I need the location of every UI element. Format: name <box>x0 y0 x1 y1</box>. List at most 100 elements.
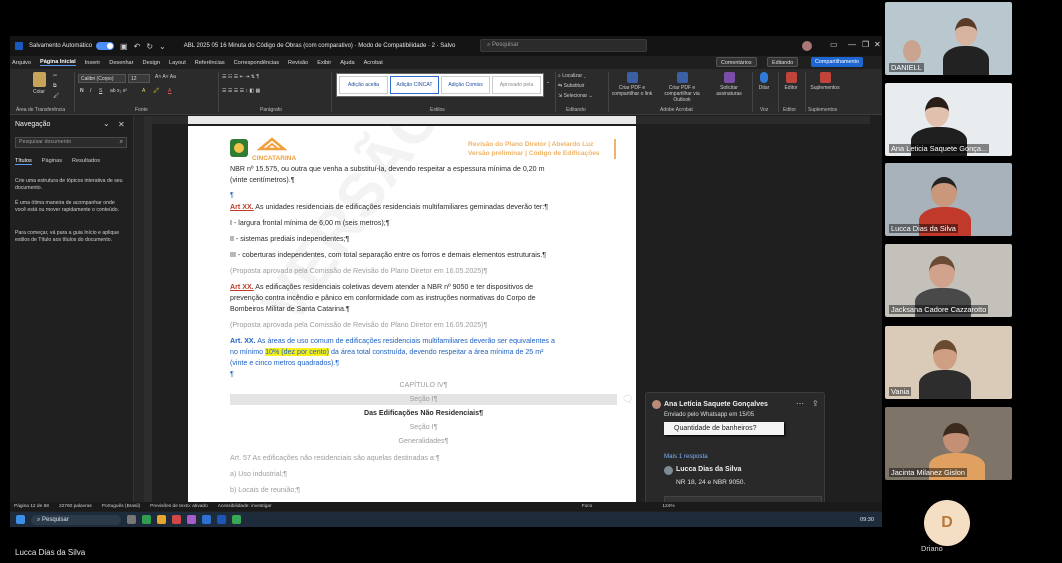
menu-acrobat[interactable]: Acrobat <box>364 60 383 66</box>
highlight-icon[interactable]: 🖍 <box>153 88 159 94</box>
tab-paginas[interactable]: Páginas <box>42 158 62 165</box>
tab-titulos[interactable]: Títulos <box>15 158 32 165</box>
resolve-icon[interactable]: ⇪ <box>812 399 819 408</box>
menu-referencias[interactable]: Referências <box>195 60 225 66</box>
navigation-search-input[interactable]: Pesquisar documento ⌕ <box>15 137 127 148</box>
start-icon[interactable] <box>16 515 25 524</box>
menu-layout[interactable]: Layout <box>169 60 186 66</box>
search-icon[interactable]: ⌕ <box>120 138 123 147</box>
bold-icon[interactable]: N <box>80 88 84 94</box>
underline-icon[interactable]: S <box>99 88 102 94</box>
align-icons[interactable]: ☰ ☰ ☰ ☰ ↕ ◧ ▦ <box>222 88 260 94</box>
word-icon[interactable] <box>217 515 226 524</box>
taskbar-search[interactable]: ⌕ Pesquisar <box>31 514 121 525</box>
share-button[interactable]: Compartilhamento <box>811 57 864 67</box>
undo-icon[interactable]: ↶ <box>134 42 141 51</box>
more-options-icon[interactable]: ⋯ <box>796 399 804 408</box>
comment-icon[interactable]: 🗨 <box>622 394 633 405</box>
save-icon[interactable]: ▣ <box>120 42 128 51</box>
menu-revisao[interactable]: Revisão <box>288 60 308 66</box>
font-size-select[interactable]: 12 <box>128 74 150 83</box>
paste-button[interactable]: Colar <box>28 72 50 95</box>
accessibility[interactable]: Acessibilidade: investigar <box>218 504 272 509</box>
dictate-button[interactable]: Ditar <box>754 72 774 91</box>
app-icon[interactable] <box>172 515 181 524</box>
editing-mode-button[interactable]: Editando <box>767 57 799 67</box>
autosave-toggle[interactable] <box>96 42 115 50</box>
task-view-icon[interactable] <box>127 515 136 524</box>
doc-text: da área total construída, devendo respei… <box>328 348 544 356</box>
styles-gallery[interactable]: Adição aceita Adição CINCAT Adição Comis… <box>336 73 544 97</box>
language[interactable]: Português (Brasil) <box>102 504 140 509</box>
participant-avatar[interactable]: D <box>924 500 970 546</box>
comments-button[interactable]: Comentários <box>716 57 757 67</box>
close-icon[interactable]: ✕ <box>874 40 881 49</box>
zoom-level[interactable]: 124% <box>662 504 674 509</box>
navigation-scrollbar[interactable] <box>134 116 144 508</box>
more-replies-link[interactable]: Mais 1 resposta <box>664 453 708 460</box>
text-predictions[interactable]: Previsões de texto: ativado <box>150 504 208 509</box>
search-box[interactable]: ⌕ Pesquisar <box>480 39 647 52</box>
participant-tile[interactable]: Vania <box>885 326 1012 399</box>
text-effects-icon[interactable]: A <box>142 88 145 94</box>
request-signatures-button[interactable]: Solicitar assinaturas <box>712 72 746 97</box>
editor-button[interactable]: Editor <box>780 72 802 91</box>
outlook-icon[interactable] <box>202 515 211 524</box>
document-scrollbar[interactable] <box>870 116 882 508</box>
comment-thread[interactable]: Ana Letícia Saquete Gonçalves ⋯ ⇪ Enviad… <box>645 392 825 507</box>
find-button[interactable]: ⌕ Localizar ⌄ <box>558 73 586 79</box>
participant-tile[interactable]: Ana Leticia Saquete Gonça... <box>885 83 1012 156</box>
close-icon[interactable]: ✕ <box>118 120 125 129</box>
app-icon[interactable] <box>142 515 151 524</box>
restore-icon[interactable]: ❐ <box>862 40 869 49</box>
pdf-share-button[interactable]: Criar PDF e compartilhar o link <box>610 72 654 97</box>
strikethrough-icon[interactable]: ab x₂ x² <box>110 88 127 94</box>
customize-icon[interactable]: ⌄ <box>159 42 166 51</box>
participant-tile[interactable]: DANIELL <box>885 2 1012 75</box>
font-name-select[interactable]: Calibri (Corpo) <box>78 74 126 83</box>
redo-icon[interactable]: ↻ <box>146 42 153 51</box>
minimize-icon[interactable]: — <box>848 40 856 49</box>
grow-font-icon[interactable]: A˄ A˅ Aa <box>155 74 176 80</box>
select-button[interactable]: ⇲ Selecionar ⌄ <box>558 93 593 99</box>
style-adicao-aceita[interactable]: Adição aceita <box>339 76 388 94</box>
replace-button[interactable]: ⇆ Substituir <box>558 83 584 89</box>
participant-tile[interactable]: Jacinta Milanez Gislon <box>885 407 1012 480</box>
bullets-icon[interactable]: ☰ ☷ ☰ ⇤ ⇥ ⇅ ¶ <box>222 74 259 80</box>
explorer-icon[interactable] <box>157 515 166 524</box>
format-painter-icon[interactable]: 🖌 <box>53 93 59 99</box>
menu-desenhar[interactable]: Desenhar <box>109 60 133 66</box>
account-avatar[interactable] <box>802 41 812 51</box>
participant-tile[interactable]: Lucca Dias da Silva <box>885 163 1012 236</box>
menu-arquivo[interactable]: Arquivo <box>12 60 31 66</box>
menu-correspondencias[interactable]: Correspondências <box>234 60 279 66</box>
document-page[interactable]: VERSÃO PRELIMINAR CINCATARINA Revisão do… <box>188 126 636 504</box>
style-adicao-comiss[interactable]: Adição Comiss <box>441 76 490 94</box>
word-count[interactable]: 22760 palavras <box>59 504 92 509</box>
italic-icon[interactable]: I <box>90 88 91 94</box>
participant-tile[interactable]: Jacksana Cadore Cazzarotto <box>885 244 1012 317</box>
addins-button[interactable]: Suplementos <box>808 72 842 91</box>
styles-more-icon[interactable]: ⌄ <box>546 79 550 85</box>
app-icon[interactable] <box>187 515 196 524</box>
tab-resultados[interactable]: Resultados <box>72 158 100 165</box>
pdf-outlook-button[interactable]: Criar PDF e compartilhar via Outlook <box>658 72 706 103</box>
style-aprovado-pela[interactable]: Aprovado pela <box>492 76 541 94</box>
cut-icon[interactable]: ✂ <box>53 73 57 79</box>
menu-pagina-inicial[interactable]: Página Inicial <box>39 59 76 66</box>
menu-exibir[interactable]: Exibir <box>317 60 331 66</box>
font-color-icon[interactable]: A <box>168 88 171 94</box>
menu-design[interactable]: Design <box>143 60 160 66</box>
meeting-stage: Salvamento Automático ▣ ↶ ↻ ⌄ ABL 2025 0… <box>0 0 1062 563</box>
menu-inserir[interactable]: Inserir <box>85 60 101 66</box>
copy-icon[interactable]: ⧉ <box>53 83 57 89</box>
page-count[interactable]: Página 12 de 58 <box>14 504 49 509</box>
focus-mode[interactable]: Foco <box>582 504 593 509</box>
chevron-down-icon[interactable]: ⌄ <box>103 119 110 128</box>
style-adicao-cincat[interactable]: Adição CINCAT <box>390 76 439 94</box>
ribbon-display-icon[interactable]: ▭ <box>830 40 838 49</box>
menu-ajuda[interactable]: Ajuda <box>340 60 354 66</box>
chrome-icon[interactable] <box>232 515 241 524</box>
navigation-help-text: Para começar, vá para a guia Início e ap… <box>15 230 120 243</box>
highlighted-text: 10% (dez por cento) <box>265 348 329 356</box>
